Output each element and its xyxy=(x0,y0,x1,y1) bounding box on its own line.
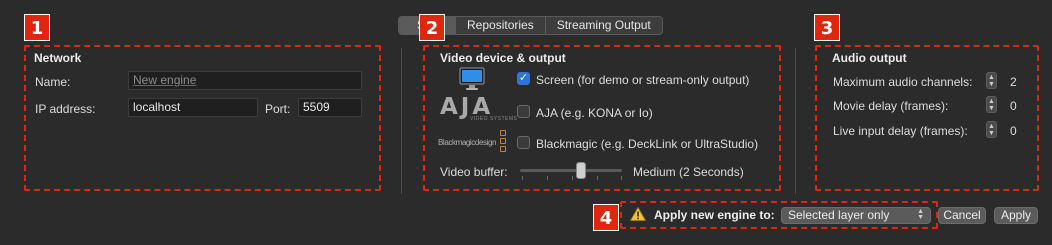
warning-icon xyxy=(629,206,647,221)
aja-option-label: AJA (e.g. KONA or Io) xyxy=(536,106,653,120)
blackmagic-logo: Blackmagicdesign xyxy=(438,130,510,156)
annotation-badge-2: 2 xyxy=(419,14,445,41)
live-input-delay-value: 0 xyxy=(1010,124,1017,138)
video-buffer-slider[interactable] xyxy=(520,169,622,172)
cancel-button[interactable]: Cancel xyxy=(938,207,986,224)
select-arrows-icon: ▲ ▼ xyxy=(917,208,924,221)
annotation-badge-4: 4 xyxy=(593,204,619,231)
audio-heading: Audio output xyxy=(832,51,907,65)
network-heading: Network xyxy=(34,51,82,65)
screen-checkbox[interactable]: ✓ xyxy=(517,72,530,85)
port-input[interactable]: 5509 xyxy=(298,98,362,117)
monitor-icon xyxy=(459,67,485,91)
annotation-box-audio xyxy=(815,45,1039,191)
blackmagic-option-label: Blackmagic (e.g. DeckLink or UltraStudio… xyxy=(536,137,759,151)
live-input-delay-label: Live input delay (frames): xyxy=(833,124,968,138)
max-audio-channels-label: Maximum audio channels: xyxy=(833,75,973,89)
ip-address-input[interactable]: localhost xyxy=(128,98,258,117)
max-audio-channels-value: 2 xyxy=(1010,75,1017,89)
movie-delay-label: Movie delay (frames): xyxy=(833,99,949,113)
divider xyxy=(401,48,402,194)
divider xyxy=(795,48,796,194)
video-buffer-label: Video buffer: xyxy=(440,165,508,179)
tab-streaming-output[interactable]: Streaming Output xyxy=(545,17,662,34)
movie-delay-value: 0 xyxy=(1010,99,1017,113)
blackmagic-checkbox[interactable] xyxy=(517,136,530,149)
video-heading: Video device & output xyxy=(440,51,566,65)
movie-delay-stepper[interactable]: ▲ ▼ xyxy=(986,96,997,113)
annotation-box-network xyxy=(24,45,381,191)
video-buffer-value: Medium (2 Seconds) xyxy=(633,165,744,179)
annotation-badge-1: 1 xyxy=(24,14,50,41)
port-label: Port: xyxy=(265,102,291,116)
max-audio-channels-stepper[interactable]: ▲ ▼ xyxy=(986,72,997,89)
ip-address-label: IP address: xyxy=(35,102,96,116)
tab-repositories[interactable]: Repositories xyxy=(456,17,546,34)
name-label: Name: xyxy=(35,75,71,89)
screen-option-label: Screen (for demo or stream-only output) xyxy=(536,73,750,87)
engine-name-input[interactable]: New engine xyxy=(128,71,362,90)
apply-target-select[interactable]: Selected layer only ▲ ▼ xyxy=(781,207,931,224)
aja-checkbox[interactable] xyxy=(517,105,530,118)
aja-logo: AJA VIDEO SYSTEMS xyxy=(440,94,518,122)
apply-target-value: Selected layer only xyxy=(788,208,890,222)
annotation-badge-3: 3 xyxy=(814,14,840,41)
live-input-delay-stepper[interactable]: ▲ ▼ xyxy=(986,121,997,138)
apply-engine-label: Apply new engine to: xyxy=(654,208,775,222)
apply-button[interactable]: Apply xyxy=(994,207,1038,224)
video-buffer-slider-knob[interactable] xyxy=(576,162,587,179)
